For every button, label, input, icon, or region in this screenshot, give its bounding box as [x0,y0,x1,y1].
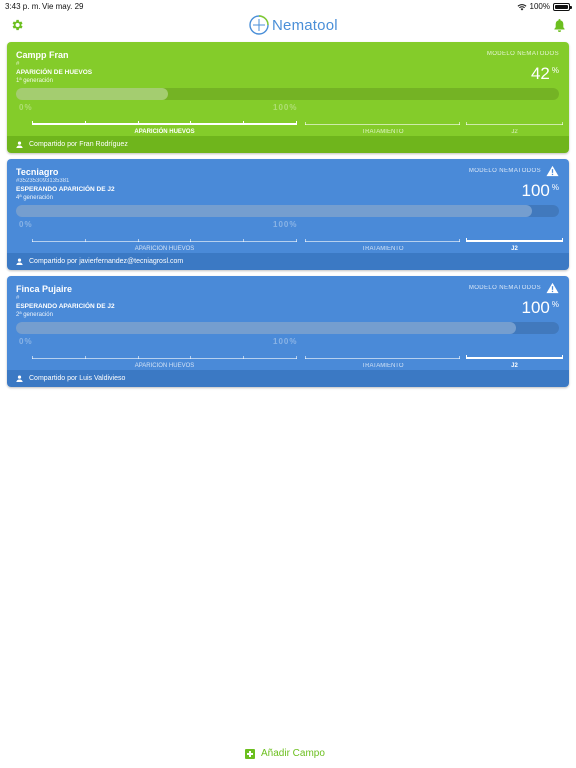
progress-percent: 100% [522,298,560,318]
status-indicators: 100% [517,2,572,11]
app-title: Nematool [272,16,338,34]
stage-label: TRATAMIENTO [361,363,404,369]
scale-start-label: 0% [19,337,33,346]
percent-value: 100 [521,181,550,200]
user-icon [16,258,23,265]
percent-sign: % [551,300,559,309]
model-label: MODELO NEMATODOS [486,51,559,57]
field-card[interactable]: Campp Fran # MODELO NEMATODOS APARICIÓN … [7,42,569,153]
phase-label: ESPERANDO APARICIÓN DE J2 [16,303,115,310]
scale-start-label: 0% [19,220,33,229]
model-label: MODELO NEMATODOS [468,168,541,174]
warning-icon[interactable] [546,165,559,177]
shared-by-label: Compartido por Luis Valdivieso [29,375,126,382]
phase-label: APARICIÓN DE HUEVOS [16,69,93,76]
stage-segment [32,232,297,242]
shared-by-footer: Compartido por javierfernandez@tecniagro… [7,253,569,270]
progress-track [16,88,559,100]
progress-percent: 42% [531,64,559,84]
scale-end-label: 100% [273,103,298,112]
field-card[interactable]: Tecniagro #352353093135381 MODELO NEMATO… [7,159,569,270]
stage-segment [305,115,460,125]
status-time: 3:43 p. m. [5,2,41,11]
stage-label: TRATAMIENTO [361,129,404,135]
percent-sign: % [551,183,559,192]
field-name: Campp Fran [16,50,69,60]
phase-label: ESPERANDO APARICIÓN DE J2 [16,186,115,193]
stage-timeline [32,232,563,242]
scale-start-label: 0% [19,103,33,112]
field-card-body: Campp Fran # MODELO NEMATODOS APARICIÓN … [7,42,569,136]
field-card[interactable]: Finca Pujaire # MODELO NEMATODOS ESPERAN… [7,276,569,387]
scale-end-label: 100% [273,337,298,346]
progress-track [16,322,559,334]
percent-value: 100 [521,298,550,317]
scale-end-label: 100% [273,220,298,229]
warning-icon[interactable] [546,282,559,294]
field-card-body: Finca Pujaire # MODELO NEMATODOS ESPERAN… [7,276,569,370]
stage-label: J2 [511,363,518,369]
stage-label: J2 [511,129,518,135]
stage-segment [466,349,563,359]
progress-fill [16,322,516,334]
add-field-button[interactable]: Añadir Campo [245,748,325,759]
progress-percent: 100% [522,181,560,201]
gear-icon[interactable] [10,18,24,32]
field-card-body: Tecniagro #352353093135381 MODELO NEMATO… [7,159,569,253]
bayer-logo-icon [249,15,269,35]
stage-segment [305,349,460,359]
shared-by-footer: Compartido por Luis Valdivieso [7,370,569,387]
battery-icon [553,2,572,11]
battery-percent: 100% [529,2,550,11]
stage-segment [466,232,563,242]
shared-by-footer: Compartido por Fran Rodríguez [7,136,569,153]
stage-label: APARICIÓN HUEVOS [134,363,195,369]
percent-sign: % [551,66,559,75]
model-label: MODELO NEMATODOS [468,285,541,291]
stage-segment [305,232,460,242]
shared-by-label: Compartido por Fran Rodríguez [29,141,128,148]
user-icon [16,375,23,382]
stage-segment [32,115,297,125]
generation-label: 2ª generación [16,312,53,318]
progress-track [16,205,559,217]
percent-value: 42 [530,64,550,83]
stage-label: J2 [511,246,518,252]
app-logo: Nematool [249,15,338,35]
progress-fill [16,205,532,217]
generation-label: 1ª generación [16,78,53,84]
stage-segment [466,115,563,125]
stage-label: APARICIÓN HUEVOS [134,246,195,252]
add-field-label: Añadir Campo [261,748,325,759]
field-code: # [16,61,20,67]
plus-icon [245,748,255,759]
field-name: Finca Pujaire [16,284,73,294]
bell-icon[interactable] [553,18,566,32]
user-icon [16,141,23,148]
progress-fill [16,88,169,100]
stage-segment [32,349,297,359]
stage-label: TRATAMIENTO [361,246,404,252]
nav-bar: Nematool [0,12,576,42]
status-date: Vie may. 29 [42,2,84,11]
stage-timeline [32,349,563,359]
generation-label: 4ª generación [16,195,53,201]
field-code: #352353093135381 [16,178,70,184]
field-name: Tecniagro [16,167,59,177]
wifi-icon [517,3,526,10]
shared-by-label: Compartido por javierfernandez@tecniagro… [29,258,184,265]
field-code: # [16,295,20,301]
status-bar: 3:43 p. m. Vie may. 29 100% [0,0,576,12]
stage-label: APARICIÓN HUEVOS [134,129,195,135]
stage-timeline [32,115,563,125]
